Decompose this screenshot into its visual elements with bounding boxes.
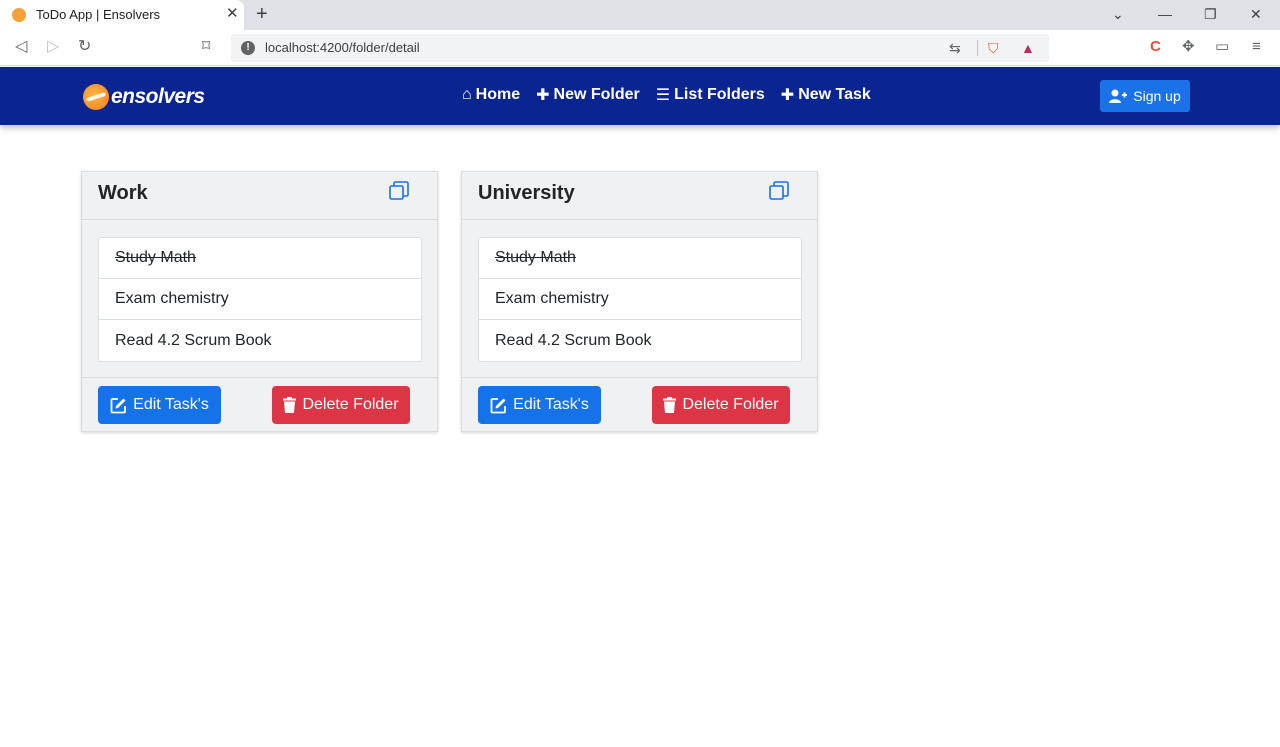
edit-icon [110,397,127,413]
close-window-icon[interactable]: ✕ [1250,5,1262,23]
delete-folder-label: Delete Folder [302,396,399,413]
task-item[interactable]: Read 4.2 Scrum Book [479,320,801,361]
nav-link-label: New Folder [553,86,640,103]
edit-tasks-button[interactable]: Edit Task's [98,386,221,424]
folder-card-header: University [462,172,817,220]
url-text[interactable]: localhost:4200/folder/detail [265,40,420,55]
favicon-icon [12,8,26,22]
folder-title: Work [98,182,148,204]
extensions-puzzle-icon[interactable]: ✥ [1182,38,1195,56]
menu-icon[interactable]: ≡ [1252,38,1261,56]
task-item[interactable]: Read 4.2 Scrum Book [99,320,421,361]
bookmark-icon[interactable]: ⌑ [202,38,210,56]
address-bar[interactable]: ! localhost:4200/folder/detail ⇆ ⛉ ▲ [231,34,1049,62]
tab-close-icon[interactable]: ✕ [226,6,239,22]
task-item[interactable]: Exam chemistry [479,279,801,320]
new-tab-icon[interactable]: + [256,4,268,24]
list-icon: ☰ [655,87,671,104]
delete-folder-button[interactable]: Delete Folder [272,386,410,424]
plus-icon: ✚ [780,87,795,104]
sign-up-label: Sign up [1133,88,1181,104]
browser-toolbar: ◁ ▷ ↻ ⌑ ! localhost:4200/folder/detail ⇆… [0,30,1280,66]
nav-new-task-link[interactable]: ✚ New Task [781,85,871,105]
brand-logo[interactable]: ensolvers [83,83,205,111]
copy-icon[interactable] [769,181,789,201]
folder-card-footer: Edit Task's Delete Folder [462,377,817,432]
logo-mark-icon [83,84,109,110]
edit-tasks-label: Edit Task's [513,396,589,413]
back-icon[interactable]: ◁ [15,38,27,56]
tab-search-icon[interactable]: ⌄ [1112,5,1124,23]
nav-new-folder-link[interactable]: ✚ New Folder [536,85,640,105]
extension-icon[interactable]: C [1150,38,1161,56]
nav-link-label: Home [475,86,521,103]
nav-home-link[interactable]: ⌂ Home [462,85,520,105]
nav-link-label: New Task [798,86,871,103]
wallet-icon[interactable]: ▭ [1215,38,1229,56]
edit-tasks-button[interactable]: Edit Task's [478,386,601,424]
sign-up-button[interactable]: Sign up [1100,80,1190,112]
task-item[interactable]: Study Math [99,238,421,279]
omnibox-divider [977,40,978,56]
brave-rewards-icon[interactable]: ▲ [1021,39,1035,57]
edit-icon [490,397,507,413]
task-item[interactable]: Exam chemistry [99,279,421,320]
folder-card: Work Study Math Exam chemistry Read 4.2 … [81,171,438,432]
folder-card-header: Work [82,172,437,220]
task-list: Study Math Exam chemistry Read 4.2 Scrum… [98,237,422,362]
logo-text: ensolvers [111,85,205,108]
trash-icon [283,397,297,413]
browser-tabstrip: ToDo App | Ensolvers ✕ + ⌄ — ❐ ✕ [0,0,1280,30]
task-item[interactable]: Study Math [479,238,801,279]
nav-links: ⌂ Home ✚ New Folder ☰ List Folders ✚ New… [462,85,871,105]
folder-title: University [478,182,575,204]
folder-card: University Study Math Exam chemistry Rea… [461,171,818,432]
delete-folder-label: Delete Folder [682,396,779,413]
nav-link-label: List Folders [674,86,765,103]
edit-tasks-label: Edit Task's [133,396,209,413]
delete-folder-button[interactable]: Delete Folder [652,386,790,424]
task-list: Study Math Exam chemistry Read 4.2 Scrum… [478,237,802,362]
site-info-icon[interactable]: ! [241,41,255,55]
folder-card-footer: Edit Task's Delete Folder [82,377,437,432]
app-navbar: ensolvers ⌂ Home ✚ New Folder ☰ List Fol… [0,67,1280,125]
copy-icon[interactable] [389,181,409,201]
plus-icon: ✚ [536,87,550,104]
forward-icon[interactable]: ▷ [47,38,59,56]
translate-icon[interactable]: ⇆ [949,39,961,57]
tab-title: ToDo App | Ensolvers [36,7,161,22]
trash-icon [663,397,677,413]
home-icon: ⌂ [462,86,472,103]
minimize-icon[interactable]: — [1158,5,1172,23]
nav-list-folders-link[interactable]: ☰ List Folders [656,85,765,105]
restore-icon[interactable]: ❐ [1204,5,1217,23]
user-plus-icon [1109,89,1128,103]
browser-tab[interactable]: ToDo App | Ensolvers ✕ [0,0,244,30]
reload-icon[interactable]: ↻ [78,38,91,56]
brave-shield-icon[interactable]: ⛉ [988,39,999,57]
